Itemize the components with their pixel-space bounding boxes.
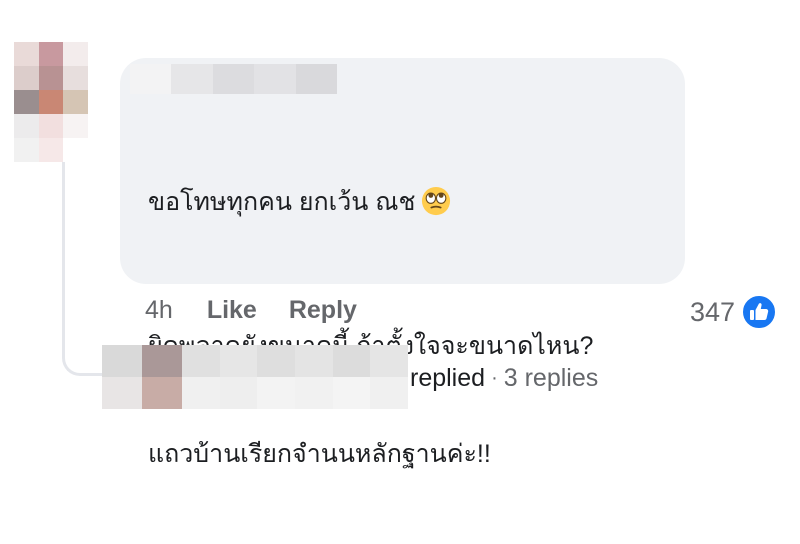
redact-pixel [257, 345, 295, 377]
avatar-pixel [63, 42, 88, 66]
redact-pixel [295, 345, 333, 377]
replied-label: replied [410, 364, 486, 392]
redact-pixel [142, 377, 182, 409]
avatar-pixel [38, 90, 63, 114]
thread-connector-line [62, 162, 122, 376]
avatar-pixel [87, 90, 112, 114]
avatar-pixel [63, 90, 88, 114]
redact-pixel [332, 345, 371, 377]
redact-pixel [102, 345, 142, 377]
avatar-pixel [38, 42, 63, 66]
redact-pixel [254, 64, 296, 94]
comment-bubble: ขอโทษทุกคน ยกเว้น ณช ผิดพลาดยังขนาดนี้ ถ… [120, 58, 685, 468]
replier-name-redacted[interactable] [182, 345, 408, 409]
comment-actions: 4h Like Reply [145, 296, 389, 325]
redact-pixel [102, 377, 142, 409]
redact-pixel [370, 345, 408, 377]
reply-button[interactable]: Reply [289, 296, 357, 325]
like-thumb-icon [741, 294, 778, 330]
avatar-pixel [14, 114, 39, 138]
redact-pixel [212, 64, 255, 94]
redact-pixel [257, 377, 295, 409]
avatar-pixel [87, 42, 112, 66]
like-button[interactable]: Like [207, 296, 257, 325]
redact-pixel [295, 64, 338, 94]
avatar-pixel [87, 138, 112, 162]
view-replies-link[interactable]: replied · 3 replies [410, 364, 598, 393]
redact-pixel [219, 345, 258, 377]
separator-dot: · [491, 367, 498, 389]
avatar-pixel [14, 42, 39, 66]
avatar-pixel [38, 66, 63, 90]
eye-roll-emoji-icon [422, 186, 451, 216]
replies-count: 3 replies [503, 364, 599, 392]
commenter-name-redacted[interactable] [130, 64, 338, 94]
avatar-pixel [63, 114, 88, 138]
avatar-pixel [87, 114, 112, 138]
commenter-avatar[interactable] [14, 42, 112, 162]
redact-pixel [171, 64, 213, 94]
avatar-pixel [87, 66, 112, 90]
avatar-pixel [38, 138, 63, 162]
redact-pixel [332, 377, 371, 409]
redact-pixel [370, 377, 408, 409]
redact-pixel [182, 345, 220, 377]
comment-line-1-text: ขอโทษทุกคน ยกเว้น ณช [148, 188, 416, 216]
comment-text: ขอโทษทุกคน ยกเว้น ณช ผิดพลาดยังขนาดนี้ ถ… [148, 112, 593, 544]
avatar-pixel [63, 66, 88, 90]
reactions-summary[interactable]: 347 [690, 294, 778, 330]
redact-pixel [182, 377, 220, 409]
redact-pixel [295, 377, 333, 409]
avatar-pixel [14, 66, 39, 90]
redact-pixel [142, 345, 182, 377]
redact-pixel [219, 377, 258, 409]
avatar-pixel [14, 90, 39, 114]
comment-line-3: แถวบ้านเรียกจำนนหลักฐานค่ะ!! [148, 440, 491, 468]
comment-timestamp[interactable]: 4h [145, 296, 173, 325]
redact-pixel [130, 64, 172, 94]
avatar-pixel [38, 114, 63, 138]
avatar-pixel [14, 138, 39, 162]
avatar-pixel [63, 138, 88, 162]
comment-line-1: ขอโทษทุกคน ยกเว้น ณช [148, 184, 593, 220]
reaction-count: 347 [690, 296, 736, 327]
replier-avatar[interactable] [102, 345, 182, 409]
